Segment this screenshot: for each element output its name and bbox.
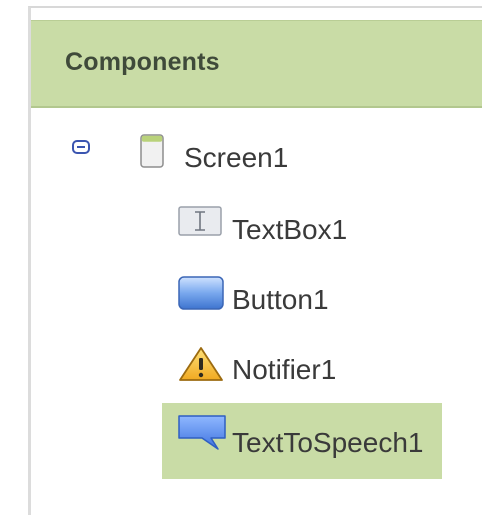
tree-item-screen1[interactable]: Screen1: [130, 128, 320, 188]
tree-item-label: Button1: [232, 284, 329, 315]
screen-icon: [140, 134, 164, 168]
tree-item-label: Screen1: [184, 142, 289, 173]
tree-item-notifier1[interactable]: Notifier1: [178, 340, 398, 400]
button-icon: [178, 276, 224, 310]
tree-item-texttospeech1[interactable]: TextToSpeech1: [162, 403, 442, 479]
warning-triangle-icon: [179, 347, 223, 381]
tree-item-button1[interactable]: Button1: [178, 270, 398, 330]
speech-bubble-icon: [178, 415, 226, 450]
components-panel-header: Components: [31, 20, 482, 108]
panel-title: Components: [65, 48, 220, 76]
collapse-toggle-icon[interactable]: [72, 140, 90, 154]
tree-item-label: Notifier1: [232, 354, 337, 385]
textbox-icon: [178, 206, 222, 236]
tree-item-label: TextToSpeech1: [232, 427, 424, 458]
tree-item-label: TextBox1: [232, 214, 348, 245]
tree-item-textbox1[interactable]: TextBox1: [178, 200, 398, 260]
